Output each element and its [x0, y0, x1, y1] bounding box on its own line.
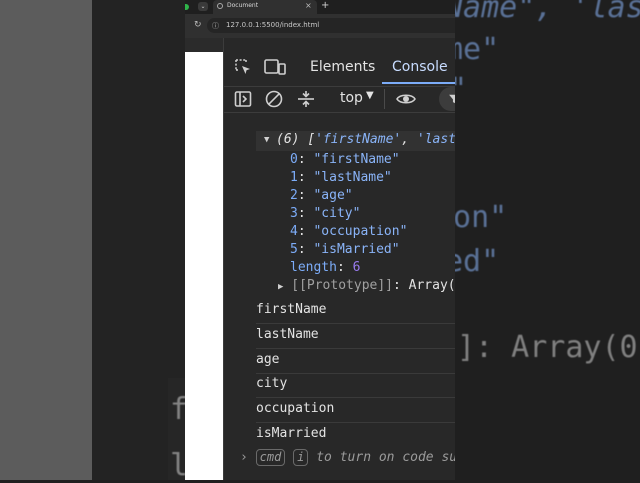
- entry-index: 3: [290, 206, 298, 221]
- entry-index: 0: [290, 152, 298, 167]
- collapse-icon[interactable]: [296, 89, 316, 109]
- array-open-bracket: [: [307, 132, 316, 147]
- log-message[interactable]: age: [256, 349, 455, 374]
- length-row: length: 6: [290, 260, 361, 275]
- url-text: 127.0.0.1:5500/index.html: [226, 21, 320, 29]
- entry-value: "occupation": [313, 224, 408, 239]
- log-message[interactable]: city: [256, 373, 455, 398]
- tab-console[interactable]: Console: [392, 59, 448, 75]
- tab-strip: ⌄ Document × +: [185, 0, 455, 14]
- background-code-line: me": [455, 32, 500, 67]
- window-control-dot[interactable]: [185, 4, 189, 10]
- tab-elements[interactable]: Elements: [310, 59, 375, 75]
- console-prompt[interactable]: › cmd i to turn on code su: [240, 449, 455, 466]
- info-icon[interactable]: ⓘ: [212, 21, 219, 31]
- expand-triangle-icon[interactable]: ▶: [278, 282, 283, 292]
- active-tab-indicator: [382, 82, 455, 84]
- browser-window: ⌄ Document × + ↻ ⓘ 127.0.0.1:5500/index.…: [185, 0, 455, 480]
- toolbar-divider: [384, 89, 385, 109]
- array-first-item: 'firstName': [315, 132, 402, 147]
- entry-value: "isMarried": [313, 242, 400, 257]
- array-entry: 1: "lastName": [290, 170, 392, 185]
- prompt-chevron-icon: ›: [240, 450, 248, 465]
- reload-icon[interactable]: ↻: [194, 20, 202, 30]
- tab-search-icon[interactable]: ⌄: [198, 2, 208, 11]
- console-toolbar: top ▼: [224, 86, 455, 113]
- log-message[interactable]: firstName: [256, 299, 455, 324]
- length-key: length: [290, 260, 337, 275]
- background-code-line: ]: Array(0: [457, 330, 638, 365]
- array-preview-row[interactable]: ▼ (6) ['firstName', 'lastN: [256, 131, 455, 151]
- background-left-panel: [0, 0, 92, 480]
- background-code-line: ed": [455, 244, 500, 279]
- close-icon[interactable]: ×: [305, 1, 312, 10]
- prompt-hint: to turn on code su: [316, 450, 455, 465]
- background-zoomed-code: Name", 'lastName me" " ion" ed" ]: Array…: [455, 0, 640, 480]
- background-code-line: Name", 'lastName: [455, 0, 640, 25]
- devtools-tab-bar: Elements Console: [224, 50, 455, 87]
- address-bar: ↻ ⓘ 127.0.0.1:5500/index.html: [185, 14, 455, 38]
- entry-value: "city": [313, 206, 361, 221]
- array-entry: 2: "age": [290, 188, 353, 203]
- inspect-element-icon[interactable]: [234, 58, 252, 76]
- background-code-line: ": [455, 72, 467, 107]
- page-viewport[interactable]: [185, 52, 223, 480]
- entry-index: 4: [290, 224, 298, 239]
- array-separator: ,: [401, 132, 410, 147]
- array-entry: 4: "occupation": [290, 224, 408, 239]
- entry-index: 2: [290, 188, 298, 203]
- entry-value: "age": [313, 188, 353, 203]
- array-entry: 0: "firstName": [290, 152, 400, 167]
- log-text: firstName: [256, 302, 327, 317]
- clear-console-icon[interactable]: [264, 89, 284, 109]
- log-text: lastName: [256, 327, 319, 342]
- prototype-value: Array(0: [408, 278, 455, 293]
- background-code-line: ion": [455, 200, 508, 235]
- log-text: occupation: [256, 401, 335, 416]
- array-preview-text: (6) ['firstName', 'lastN: [276, 132, 455, 147]
- filter-icon[interactable]: [439, 87, 455, 111]
- entry-value: "lastName": [313, 170, 392, 185]
- log-text: city: [256, 376, 288, 391]
- context-selector[interactable]: top: [340, 90, 363, 106]
- array-entry: 3: "city": [290, 206, 361, 221]
- array-count: (6): [276, 132, 300, 147]
- log-message[interactable]: lastName: [256, 324, 455, 349]
- url-field[interactable]: ⓘ 127.0.0.1:5500/index.html: [207, 18, 455, 33]
- console-output: ▼ (6) ['firstName', 'lastN 0: "firstName…: [224, 113, 455, 480]
- length-value: 6: [352, 260, 361, 275]
- prototype-row[interactable]: ▶ [[Prototype]]: Array(0: [278, 278, 455, 293]
- i-key-badge: i: [293, 449, 309, 466]
- devtools-panel: Elements Console top ▼ ▼ (6) ['firstName…: [223, 38, 455, 480]
- entry-index: 1: [290, 170, 298, 185]
- expand-triangle-icon[interactable]: ▼: [264, 135, 269, 145]
- tab-title: Document: [227, 2, 259, 9]
- array-second-item: 'lastN: [416, 132, 455, 147]
- browser-tab[interactable]: Document ×: [213, 0, 317, 14]
- entry-index: 5: [290, 242, 298, 257]
- globe-icon: [217, 3, 223, 9]
- log-text: age: [256, 352, 280, 367]
- log-message[interactable]: isMarried: [256, 423, 455, 447]
- log-message[interactable]: occupation: [256, 398, 455, 423]
- cmd-key-badge: cmd: [255, 449, 286, 466]
- array-entry: 5: "isMarried": [290, 242, 400, 257]
- sidebar-toggle-icon[interactable]: [233, 89, 253, 109]
- device-toolbar-icon[interactable]: [264, 58, 286, 76]
- eye-icon[interactable]: [396, 89, 416, 109]
- entry-value: "firstName": [313, 152, 400, 167]
- chevron-down-icon[interactable]: ▼: [366, 90, 374, 101]
- log-text: isMarried: [256, 426, 327, 441]
- new-tab-button[interactable]: +: [321, 0, 329, 11]
- prototype-key: [[Prototype]]: [291, 278, 393, 293]
